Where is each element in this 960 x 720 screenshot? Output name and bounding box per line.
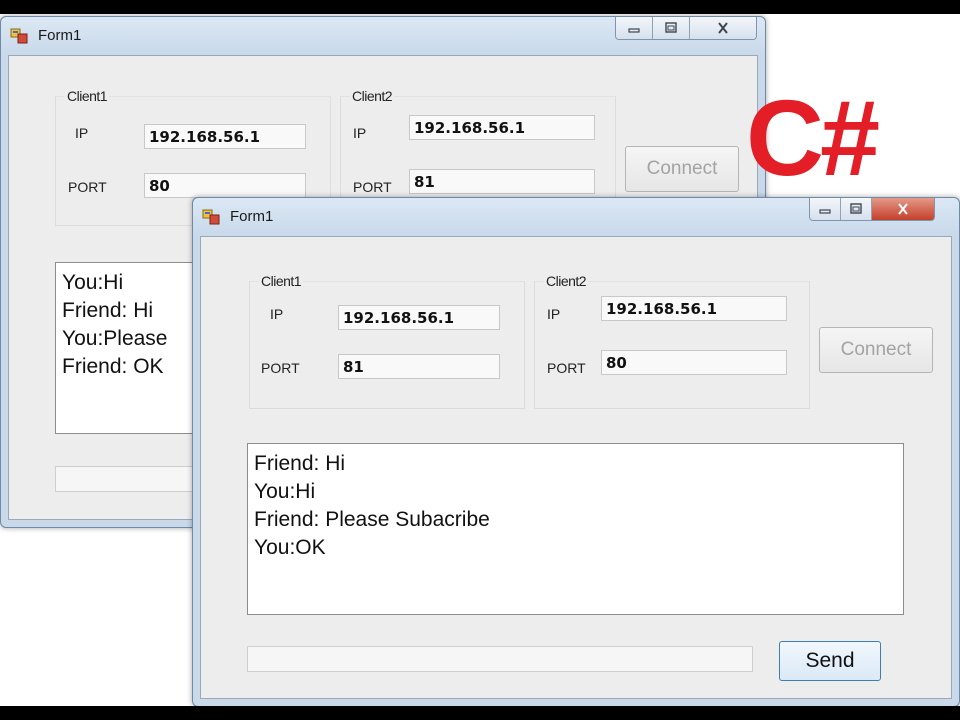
back-client1-ip-input[interactable]: 192.168.56.1 — [144, 124, 306, 149]
front-client2-ip-input[interactable]: 192.168.56.1 — [601, 296, 787, 321]
maximize-icon — [665, 22, 677, 33]
front-client1-port-input[interactable]: 81 — [338, 354, 500, 379]
back-connect-button[interactable]: Connect — [625, 146, 739, 192]
back-client1-port-label: PORT — [68, 179, 107, 195]
csharp-logo: C# — [746, 77, 880, 198]
front-window-client: Client1 IP 192.168.56.1 PORT 81 Client2 … — [200, 236, 952, 699]
back-window-title: Form1 — [38, 27, 82, 44]
front-client2-port-label: PORT — [547, 360, 586, 376]
desktop: Form1 Client1 IP 192.168.56.1 PORT 80 Cl… — [0, 14, 960, 706]
close-icon — [898, 203, 908, 215]
minimize-icon — [819, 209, 831, 214]
back-client1-label: Client1 — [65, 88, 110, 104]
back-client2-ip-label: IP — [353, 125, 367, 141]
front-client1-group: Client1 IP 192.168.56.1 PORT 81 — [249, 273, 525, 409]
front-chat-line: Friend: Hi — [254, 452, 346, 475]
back-client1-ip-label: IP — [75, 125, 89, 141]
minimize-icon — [628, 28, 640, 33]
close-icon — [718, 22, 728, 34]
front-minimize-button[interactable] — [810, 198, 841, 220]
front-client1-ip-input[interactable]: 192.168.56.1 — [338, 305, 500, 330]
front-client1-ip-label: IP — [270, 306, 284, 322]
front-connect-button[interactable]: Connect — [819, 327, 933, 373]
front-window: Form1 Client1 IP 192.168.56.1 PORT 81 Cl… — [192, 197, 960, 706]
back-minimize-button[interactable] — [616, 17, 653, 39]
form-app-icon — [10, 28, 28, 44]
back-client2-port-label: PORT — [353, 179, 392, 195]
send-button[interactable]: Send — [779, 641, 881, 681]
front-window-title: Form1 — [230, 208, 274, 225]
front-client1-label: Client1 — [259, 273, 304, 289]
maximize-icon — [850, 203, 862, 214]
front-chat-line: You:Hi — [254, 480, 316, 503]
front-maximize-button[interactable] — [841, 198, 872, 220]
form-app-icon — [202, 209, 220, 225]
front-client2-label: Client2 — [544, 273, 589, 289]
back-client2-label: Client2 — [350, 88, 395, 104]
back-client2-port-input[interactable]: 81 — [409, 169, 595, 194]
front-chat-box[interactable]: Friend: Hi You:Hi Friend: Please Subacri… — [247, 443, 904, 615]
front-chat-line: You:OK — [254, 536, 326, 559]
back-close-button[interactable] — [690, 17, 756, 39]
front-client2-port-input[interactable]: 80 — [601, 350, 787, 375]
front-close-button[interactable] — [872, 198, 934, 220]
back-maximize-button[interactable] — [653, 17, 690, 39]
front-message-input[interactable] — [247, 646, 753, 672]
back-client2-ip-input[interactable]: 192.168.56.1 — [409, 115, 595, 140]
back-window-controls — [615, 17, 757, 40]
front-window-controls — [809, 198, 935, 221]
back-client1-port-input[interactable]: 80 — [144, 173, 306, 198]
front-client1-port-label: PORT — [261, 360, 300, 376]
front-chat-line: Friend: Please Subacribe — [254, 508, 490, 531]
front-client2-group: Client2 IP 192.168.56.1 PORT 80 — [534, 273, 810, 409]
front-client2-ip-label: IP — [547, 306, 561, 322]
